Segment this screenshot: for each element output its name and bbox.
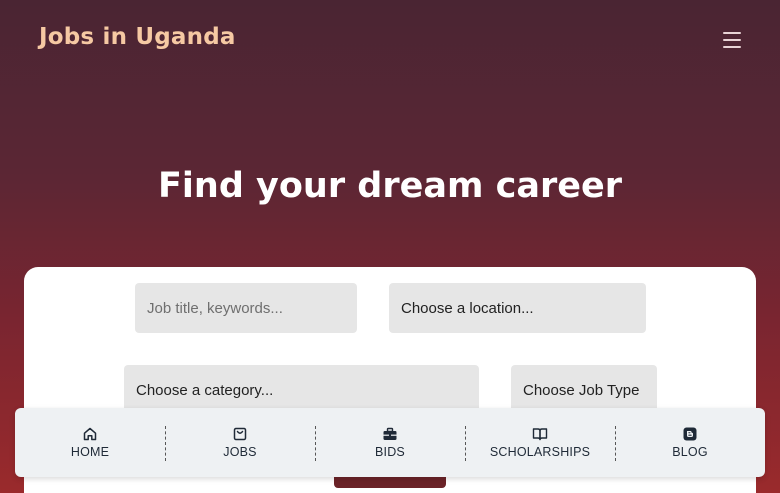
menu-bar (723, 32, 741, 34)
keyword-input[interactable] (135, 283, 357, 333)
blogger-icon (683, 427, 697, 441)
briefcase-icon (383, 427, 397, 440)
home-icon (83, 427, 97, 441)
bottom-nav: HOME JOBS BIDS SCHOLARSHIPS BLOG (15, 408, 765, 477)
nav-item-scholarships[interactable]: SCHOLARSHIPS (465, 408, 615, 477)
menu-bar (723, 46, 741, 48)
hero-title: Find your dream career (158, 166, 622, 206)
nav-label: JOBS (223, 445, 257, 459)
nav-label: HOME (70, 445, 110, 459)
nav-label: BIDS (375, 445, 405, 459)
nav-label: SCHOLARSHIPS (489, 445, 591, 459)
hamburger-menu-icon[interactable] (720, 30, 744, 50)
nav-item-bids[interactable]: BIDS (315, 408, 465, 477)
location-select[interactable]: Choose a location... (389, 283, 646, 333)
site-header: Jobs in Uganda (0, 0, 780, 80)
nav-item-blog[interactable]: BLOG (615, 408, 765, 477)
nav-item-jobs[interactable]: JOBS (165, 408, 315, 477)
nav-item-home[interactable]: HOME (15, 408, 165, 477)
book-open-icon (532, 428, 548, 441)
nav-label: BLOG (672, 445, 708, 459)
menu-bar (723, 39, 741, 41)
shopping-bag-icon (233, 427, 247, 441)
site-brand[interactable]: Jobs in Uganda (39, 24, 236, 50)
